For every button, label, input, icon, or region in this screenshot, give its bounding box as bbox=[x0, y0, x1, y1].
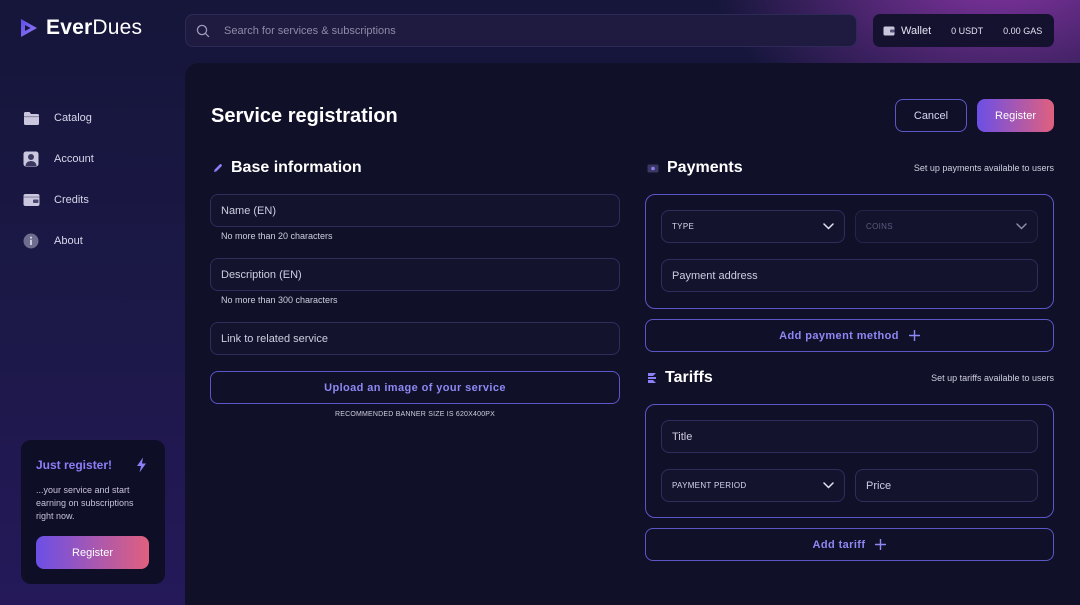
add-payment-method-label: Add payment method bbox=[779, 329, 899, 342]
upload-hint: RECOMMENDED BANNER SIZE IS 620X400PX bbox=[334, 411, 496, 418]
cash-icon bbox=[647, 164, 659, 172]
sidebar-item-label: Catalog bbox=[54, 112, 92, 124]
tariffs-title: Tariffs bbox=[665, 369, 713, 386]
folder-icon bbox=[22, 109, 40, 127]
name-input[interactable] bbox=[221, 204, 609, 217]
sidebar-item-about[interactable]: About bbox=[22, 231, 94, 251]
payment-coins-select[interactable]: COINS bbox=[855, 210, 1038, 243]
payments-title: Payments bbox=[667, 159, 743, 176]
chevron-down-icon bbox=[823, 482, 834, 489]
payment-type-label: TYPE bbox=[672, 222, 695, 231]
payment-period-label: PAYMENT PERIOD bbox=[672, 481, 747, 490]
sidebar-item-credits[interactable]: Credits bbox=[22, 190, 94, 210]
description-field bbox=[210, 258, 620, 291]
promo-register-button[interactable]: Register bbox=[36, 536, 149, 569]
plus-icon bbox=[908, 330, 920, 341]
wallet-icon bbox=[883, 26, 895, 36]
chevron-down-icon bbox=[1016, 223, 1027, 230]
price-input[interactable] bbox=[866, 479, 1027, 492]
description-input[interactable] bbox=[221, 268, 609, 281]
payment-type-select[interactable]: TYPE bbox=[661, 210, 845, 243]
sidebar-item-label: Account bbox=[54, 153, 94, 165]
info-icon bbox=[22, 232, 40, 250]
sidebar-item-catalog[interactable]: Catalog bbox=[22, 108, 94, 128]
description-hint: No more than 300 characters bbox=[221, 295, 338, 305]
tariff-title-field bbox=[661, 420, 1038, 453]
base-info-title: Base information bbox=[231, 159, 362, 176]
add-tariff-label: Add tariff bbox=[812, 538, 866, 551]
promo-text: ...your service and start earning on sub… bbox=[36, 485, 134, 521]
pencil-icon bbox=[214, 164, 222, 172]
sidebar-item-label: About bbox=[54, 235, 83, 247]
upload-image-button[interactable]: Upload an image of your service bbox=[210, 371, 620, 404]
search-input[interactable] bbox=[224, 24, 856, 37]
base-info-header: Base information bbox=[213, 159, 362, 177]
add-payment-method-button[interactable]: Add payment method bbox=[645, 319, 1054, 352]
promo-title: Just register! bbox=[36, 458, 113, 472]
chevron-down-icon bbox=[823, 223, 834, 230]
payments-header: Payments bbox=[647, 159, 743, 177]
lightning-icon bbox=[136, 457, 147, 478]
tariffs-hint: Set up tariffs available to users bbox=[931, 373, 1054, 383]
app-logo[interactable]: EverDues bbox=[20, 16, 142, 40]
search-bar bbox=[185, 14, 857, 47]
upload-image-label: Upload an image of your service bbox=[324, 381, 506, 394]
name-field bbox=[210, 194, 620, 227]
promo-card: Just register! ...your service and start… bbox=[21, 440, 165, 584]
name-hint: No more than 20 characters bbox=[221, 231, 333, 241]
main-panel: Service registration Cancel Register Bas… bbox=[185, 63, 1080, 605]
wallet-usdt-balance: 0 USDT bbox=[951, 25, 984, 36]
logo-icon bbox=[21, 19, 37, 37]
payment-period-select[interactable]: PAYMENT PERIOD bbox=[661, 469, 845, 502]
wallet-button[interactable]: Wallet 0 USDT 0.00 GAS bbox=[873, 14, 1054, 47]
wallet-icon bbox=[22, 191, 40, 209]
cancel-button[interactable]: Cancel bbox=[895, 99, 967, 132]
wallet-label: Wallet bbox=[901, 24, 932, 37]
link-field bbox=[210, 322, 620, 355]
link-input[interactable] bbox=[221, 332, 609, 345]
app-name: EverDues bbox=[46, 16, 143, 39]
sidebar-item-label: Credits bbox=[54, 194, 89, 206]
register-button[interactable]: Register bbox=[977, 99, 1054, 132]
sidebar-nav: Catalog Account Credits About bbox=[22, 108, 94, 272]
wallet-gas-balance: 0.00 GAS bbox=[1003, 25, 1043, 36]
payments-hint: Set up payments available to users bbox=[913, 163, 1054, 173]
payment-address-field bbox=[661, 259, 1038, 292]
page-title: Service registration bbox=[211, 105, 398, 127]
tariffs-header: Tariffs bbox=[647, 369, 713, 387]
add-tariff-button[interactable]: Add tariff bbox=[645, 528, 1054, 561]
sidebar-item-account[interactable]: Account bbox=[22, 149, 94, 169]
payment-address-input[interactable] bbox=[672, 269, 1027, 282]
plus-icon bbox=[875, 539, 887, 550]
search-icon bbox=[196, 24, 210, 37]
price-field bbox=[855, 469, 1038, 502]
payment-coins-label: COINS bbox=[866, 222, 893, 231]
tariff-icon bbox=[648, 373, 656, 383]
user-icon bbox=[22, 150, 40, 168]
tariff-title-input[interactable] bbox=[672, 430, 1027, 443]
